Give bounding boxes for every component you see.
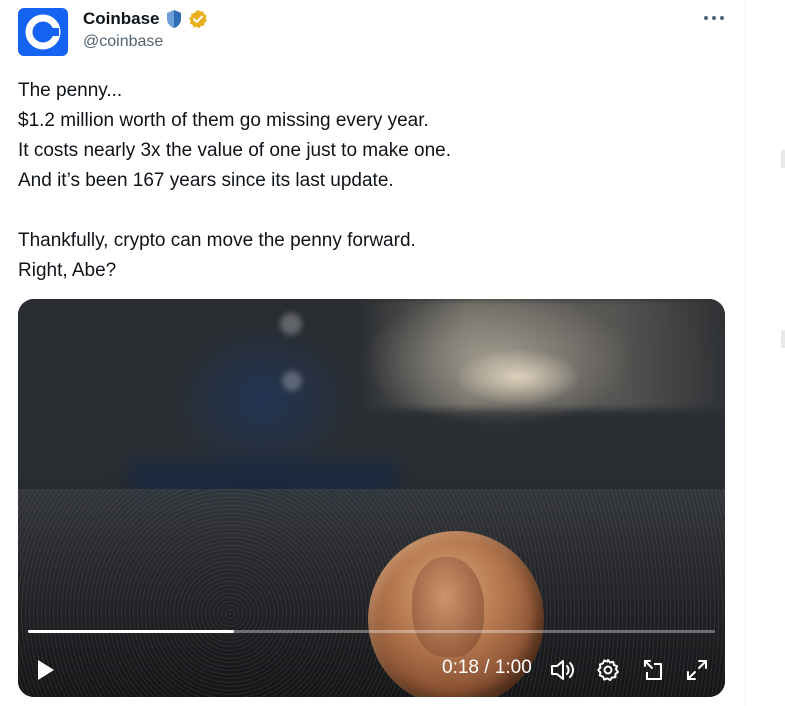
tweet-text: The penny... $1.2 million worth of them …: [18, 76, 718, 286]
bokeh-light: [282, 371, 302, 391]
play-button[interactable]: [32, 656, 60, 684]
fullscreen-icon: [687, 660, 707, 680]
display-name[interactable]: Coinbase: [83, 9, 160, 29]
tweet-line: It costs nearly 3x the value of one just…: [18, 140, 452, 161]
shield-icon: [164, 9, 184, 29]
volume-icon: [551, 660, 574, 680]
lincoln-portrait: [412, 557, 484, 657]
play-icon: [38, 660, 54, 680]
background-chair: [168, 319, 358, 479]
video-time: 0:18 / 1:00: [442, 657, 532, 679]
video-controls: 0:18 / 1:00: [18, 644, 725, 696]
sidebar-fragment: [781, 330, 785, 348]
right-sidebar-edge: [746, 0, 785, 706]
bokeh-light: [280, 313, 302, 335]
avatar[interactable]: [18, 8, 68, 56]
pop-out-icon: [644, 660, 662, 680]
tweet-line: $1.2 million worth of them go missing ev…: [18, 110, 429, 131]
fullscreen-button[interactable]: [682, 655, 712, 685]
window-glow: [358, 299, 725, 409]
video-frame: [18, 299, 725, 697]
sidebar-fragment: [781, 150, 785, 168]
video-progress-bar[interactable]: [28, 630, 715, 633]
pop-out-button[interactable]: [638, 655, 668, 685]
verified-badge-icon[interactable]: [188, 9, 208, 29]
video-progress-fill: [28, 630, 235, 633]
coinbase-logo-icon: [25, 14, 61, 50]
tweet-line: Right, Abe?: [18, 260, 117, 281]
author-handle[interactable]: @coinbase: [83, 33, 163, 51]
time-separator: /: [478, 657, 495, 678]
tweet-line: And it’s been 167 years since its last u…: [18, 170, 394, 191]
tweet-line: Thankfully, crypto can move the penny fo…: [18, 230, 416, 251]
more-options-button[interactable]: [700, 6, 728, 30]
tweet-card: Coinbase @coinbase The penny... $1.2 mil…: [0, 0, 745, 706]
settings-button[interactable]: [593, 655, 623, 685]
time-elapsed: 0:18: [442, 657, 479, 678]
video-player[interactable]: 0:18 / 1:00: [18, 299, 725, 697]
volume-button[interactable]: [548, 655, 578, 685]
tweet-line: The penny...: [18, 80, 123, 101]
author-name-row: Coinbase: [83, 8, 208, 30]
more-dots-icon: [704, 16, 724, 20]
time-duration: 1:00: [494, 657, 532, 678]
settings-icon: [597, 659, 619, 681]
tweet-line: [18, 196, 718, 226]
